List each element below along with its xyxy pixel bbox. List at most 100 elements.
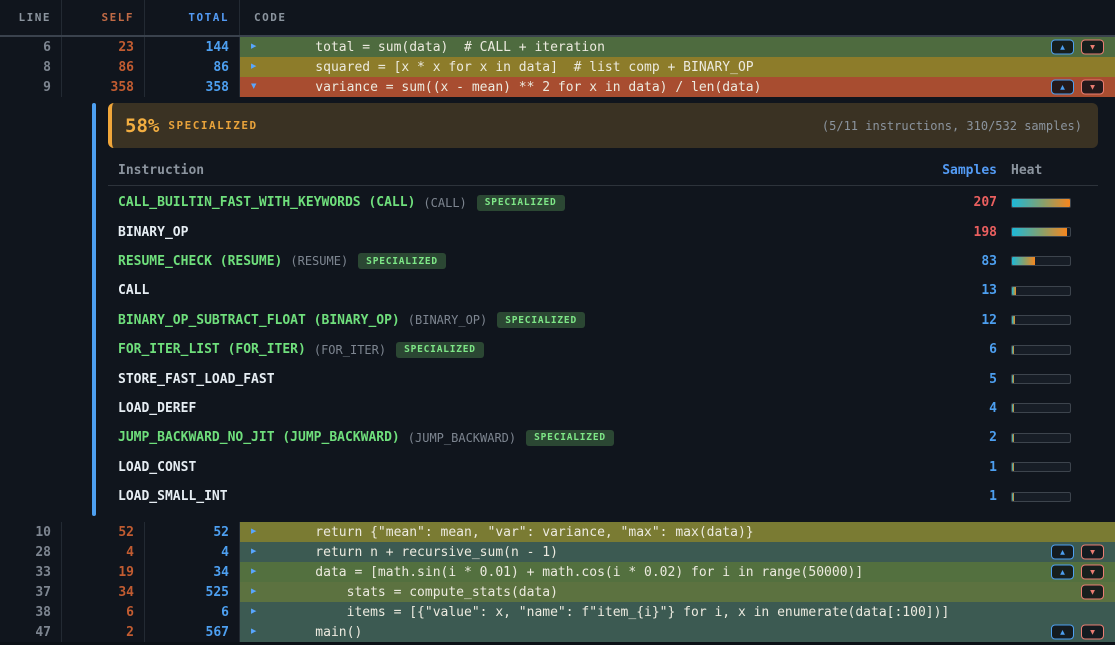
total-samples: 144 (145, 37, 240, 57)
move-up-button[interactable]: ▲ (1051, 40, 1074, 55)
code-text: main() (284, 625, 362, 640)
code-line-row: 3866▶ items = [{"value": x, "name": f"it… (0, 602, 1115, 622)
instruction-name: CALL_BUILTIN_FAST_WITH_KEYWORDS (CALL) (118, 195, 415, 210)
move-down-button[interactable]: ▼ (1081, 585, 1104, 600)
code-cell[interactable]: ▶ return n + recursive_sum(n - 1)▲▼ (240, 542, 1115, 562)
heat-bar-track (1011, 433, 1071, 443)
move-down-button[interactable]: ▼ (1081, 545, 1104, 560)
line-number: 10 (0, 522, 62, 542)
code-cell[interactable]: ▶ squared = [x * x for x in data] # list… (240, 57, 1115, 77)
expand-arrow-icon[interactable]: ▶ (251, 43, 256, 52)
move-up-button[interactable]: ▲ (1051, 625, 1074, 640)
instruction-base-name: (RESUME) (290, 254, 348, 268)
instruction-name-cell: BINARY_OP_SUBTRACT_FLOAT (BINARY_OP)(BIN… (108, 312, 937, 328)
total-samples: 86 (145, 57, 240, 77)
code-cell[interactable]: ▼ variance = sum((x - mean) ** 2 for x i… (240, 77, 1115, 97)
move-down-button[interactable]: ▼ (1081, 80, 1104, 95)
instruction-name: RESUME_CHECK (RESUME) (118, 254, 282, 269)
code-line-row: 3734525▶ stats = compute_stats(data)▼ (0, 582, 1115, 602)
code-cell[interactable]: ▶ data = [math.sin(i * 0.01) + math.cos(… (240, 562, 1115, 582)
column-header-instruction: Instruction (108, 163, 937, 178)
code-line-row: 2844▶ return n + recursive_sum(n - 1)▲▼ (0, 542, 1115, 562)
instruction-name: LOAD_DEREF (118, 401, 196, 416)
heat-bar-fill (1012, 434, 1014, 442)
heat-bar-track (1011, 374, 1071, 384)
line-number: 33 (0, 562, 62, 582)
instruction-row: LOAD_SMALL_INT1 (108, 482, 1098, 511)
code-cell[interactable]: ▶ items = [{"value": x, "name": f"item_{… (240, 602, 1115, 622)
specialized-percent-label: SPECIALIZED (168, 119, 257, 132)
code-line-row: 472567▶ main()▲▼ (0, 622, 1115, 642)
instruction-base-name: (FOR_ITER) (314, 343, 386, 357)
heat-bar-fill (1012, 493, 1014, 501)
instruction-name: LOAD_CONST (118, 460, 196, 475)
expand-arrow-icon[interactable]: ▶ (251, 63, 256, 72)
move-up-button[interactable]: ▲ (1051, 545, 1074, 560)
row-buttons: ▲▼ (1051, 40, 1104, 55)
samples-count: 83 (937, 254, 997, 269)
move-up-button[interactable]: ▲ (1051, 565, 1074, 580)
code-text: variance = sum((x - mean) ** 2 for x in … (284, 80, 761, 95)
samples-count: 207 (937, 195, 997, 210)
instruction-name-cell: STORE_FAST_LOAD_FAST (108, 372, 937, 387)
row-buttons: ▲▼ (1051, 545, 1104, 560)
code-rows-top: 623144▶ total = sum(data) # CALL + itera… (0, 37, 1115, 97)
samples-count: 4 (937, 401, 997, 416)
specialized-badge: SPECIALIZED (497, 312, 585, 328)
code-text: stats = compute_stats(data) (284, 585, 558, 600)
code-cell[interactable]: ▶ main() ▲ ▼ (240, 622, 1115, 642)
instruction-name-cell: JUMP_BACKWARD_NO_JIT (JUMP_BACKWARD)(JUM… (108, 430, 937, 446)
heat-bar-fill (1012, 228, 1067, 236)
specialization-summary-banner: 58% SPECIALIZED (5/11 instructions, 310/… (108, 103, 1098, 148)
expand-arrow-icon[interactable]: ▶ (251, 528, 256, 537)
instruction-name-cell: LOAD_CONST (108, 460, 937, 475)
instruction-name: CALL (118, 283, 149, 298)
move-up-button[interactable]: ▲ (1051, 80, 1074, 95)
instruction-base-name: (CALL) (423, 196, 466, 210)
code-cell[interactable]: ▶ return {"mean": mean, "var": variance,… (240, 522, 1115, 542)
expand-arrow-icon[interactable]: ▶ (251, 588, 256, 597)
heat-bar-fill (1012, 257, 1035, 265)
line-number: 6 (0, 37, 62, 57)
code-line-row: 9358358▼ variance = sum((x - mean) ** 2 … (0, 77, 1115, 97)
self-samples: 19 (62, 562, 145, 582)
code-cell[interactable]: ▶ stats = compute_stats(data) ▼ (240, 582, 1115, 602)
column-header-self: SELF (62, 0, 145, 35)
instruction-name: STORE_FAST_LOAD_FAST (118, 372, 275, 387)
expand-arrow-icon[interactable]: ▶ (251, 608, 256, 617)
move-down-button[interactable]: ▼ (1081, 565, 1104, 580)
line-number: 9 (0, 77, 62, 97)
move-down-button[interactable]: ▼ (1081, 625, 1104, 640)
self-samples: 6 (62, 602, 145, 622)
total-samples: 52 (145, 522, 240, 542)
expand-arrow-icon[interactable]: ▶ (251, 628, 256, 637)
code-rows-bottom: 105252▶ return {"mean": mean, "var": var… (0, 522, 1115, 642)
specialization-summary-text: (5/11 instructions, 310/532 samples) (822, 119, 1082, 133)
heat-bar-track (1011, 227, 1071, 237)
specialized-badge: SPECIALIZED (396, 342, 484, 358)
expand-arrow-icon[interactable]: ▶ (251, 568, 256, 577)
instruction-name-cell: CALL (108, 283, 937, 298)
self-samples: 86 (62, 57, 145, 77)
total-samples: 4 (145, 542, 240, 562)
heat-bar-track (1011, 256, 1071, 266)
move-down-button[interactable]: ▼ (1081, 40, 1104, 55)
instruction-name: BINARY_OP (118, 225, 188, 240)
code-text: return {"mean": mean, "var": variance, "… (284, 525, 754, 540)
collapse-arrow-icon[interactable]: ▼ (251, 83, 256, 92)
self-samples: 23 (62, 37, 145, 57)
code-line-row: 88686▶ squared = [x * x for x in data] #… (0, 57, 1115, 77)
total-samples: 358 (145, 77, 240, 97)
self-samples: 4 (62, 542, 145, 562)
self-samples: 34 (62, 582, 145, 602)
instruction-rows: CALL_BUILTIN_FAST_WITH_KEYWORDS (CALL) (C… (108, 188, 1098, 511)
code-line-row: 105252▶ return {"mean": mean, "var": var… (0, 522, 1115, 542)
heat-bar-fill (1012, 199, 1070, 207)
code-text: data = [math.sin(i * 0.01) + math.cos(i … (284, 565, 863, 580)
instruction-base-name: (BINARY_OP) (408, 313, 487, 327)
samples-count: 2 (937, 430, 997, 445)
code-cell[interactable]: ▶ total = sum(data) # CALL + iteration▲▼ (240, 37, 1115, 57)
expand-arrow-icon[interactable]: ▶ (251, 548, 256, 557)
column-header-samples[interactable]: Samples (937, 163, 997, 178)
samples-count: 6 (937, 342, 997, 357)
